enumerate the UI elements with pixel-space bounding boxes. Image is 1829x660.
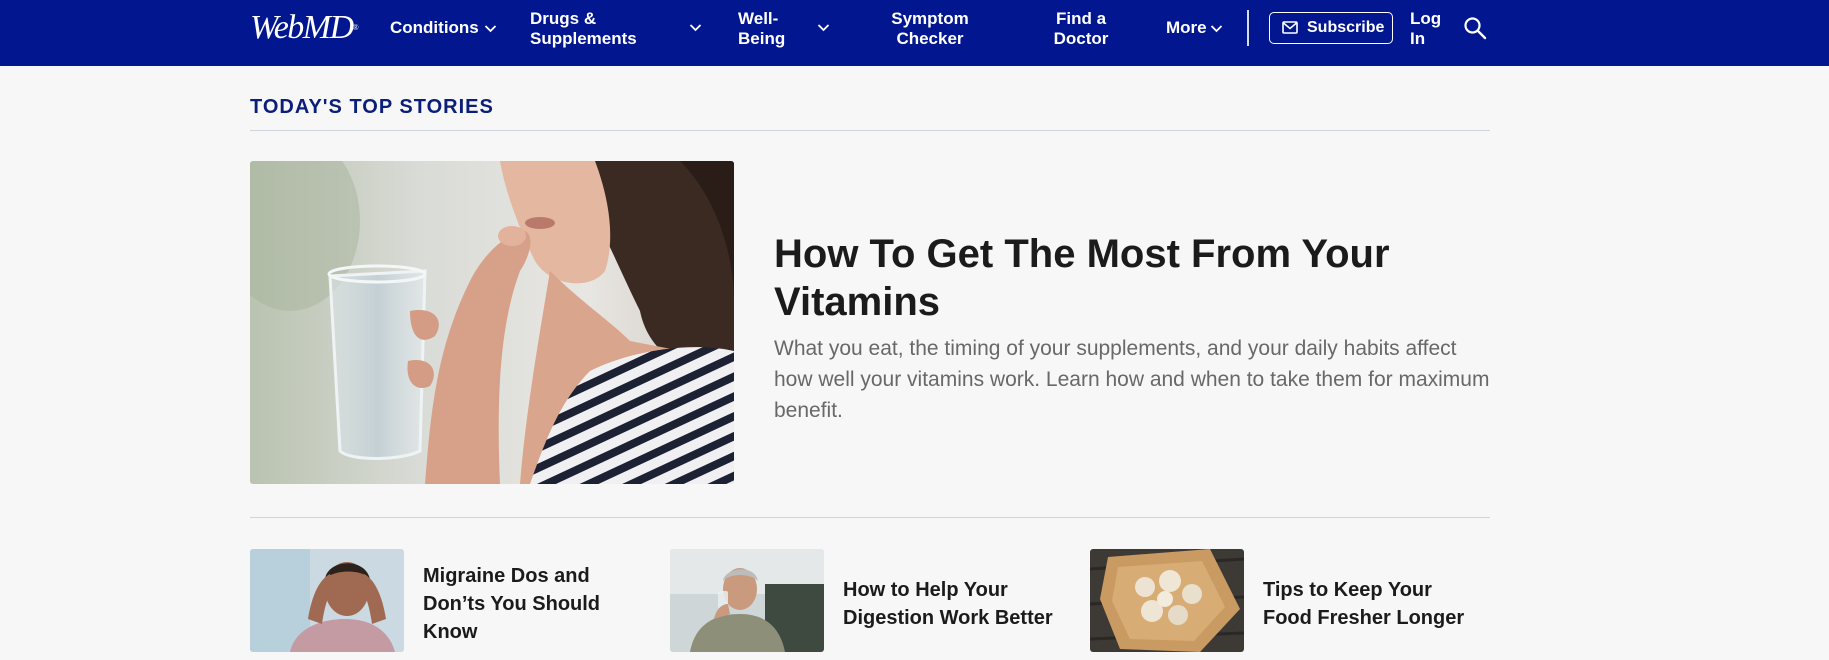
subscribe-button[interactable]: Subscribe bbox=[1269, 12, 1393, 44]
hero-image[interactable] bbox=[250, 161, 734, 484]
nav-find-a-doctor[interactable]: Find a Doctor bbox=[1041, 9, 1121, 49]
nav-symptom-checker[interactable]: Symptom Checker bbox=[880, 9, 980, 49]
nav-doctor-label-line2: Doctor bbox=[1053, 29, 1109, 48]
hero-photo-illustration bbox=[250, 161, 734, 484]
story-image-migraine[interactable] bbox=[250, 549, 404, 652]
logo-text: WebMD bbox=[250, 9, 354, 46]
hero-description: What you eat, the timing of your supplem… bbox=[774, 337, 1490, 422]
story-title-digestion[interactable]: How to Help Your Digestion Work Better bbox=[843, 576, 1053, 632]
section-title: TODAY'S TOP STORIES bbox=[250, 96, 494, 118]
story-title-line: How to Help Your bbox=[843, 579, 1008, 601]
section-divider bbox=[250, 130, 1490, 131]
chevron-down-icon bbox=[817, 24, 830, 32]
nav-divider bbox=[1247, 10, 1249, 46]
nav-wellbeing-label-line2: Being bbox=[738, 29, 786, 48]
hero-title[interactable]: How To Get The Most From Your Vitamins bbox=[774, 230, 1474, 326]
story-title-line: Migraine Dos and bbox=[423, 565, 590, 587]
digestion-photo-illustration bbox=[670, 549, 824, 652]
search-icon bbox=[1464, 17, 1487, 40]
story-title-migraine[interactable]: Migraine Dos and Don’ts You Should Know bbox=[423, 562, 600, 646]
login-label-line1: Log bbox=[1410, 9, 1442, 28]
top-navigation-bar: WebMD® Conditions Drugs & Supplements We… bbox=[0, 0, 1829, 66]
mail-icon bbox=[1282, 21, 1298, 34]
nav-more[interactable]: More bbox=[1166, 18, 1223, 38]
nav-conditions-label: Conditions bbox=[390, 18, 479, 37]
story-image-digestion[interactable] bbox=[670, 549, 824, 652]
story-title-line: Tips to Keep Your bbox=[1263, 579, 1432, 601]
nav-conditions[interactable]: Conditions bbox=[390, 18, 497, 38]
login-label-line2: In bbox=[1410, 29, 1426, 48]
nav-drugs-label-line2: Supplements bbox=[530, 29, 637, 48]
login-link[interactable]: Log In bbox=[1410, 9, 1441, 49]
logo-registered-mark: ® bbox=[352, 23, 359, 32]
story-image-food[interactable] bbox=[1090, 549, 1244, 652]
subscribe-label: Subscribe bbox=[1307, 19, 1385, 36]
story-title-line: Know bbox=[423, 621, 478, 643]
migraine-photo-illustration bbox=[250, 549, 404, 652]
chevron-down-icon bbox=[484, 25, 497, 33]
nav-symptom-label-line1: Symptom bbox=[891, 9, 969, 28]
nav-doctor-label-line1: Find a bbox=[1055, 9, 1107, 28]
story-title-line: Don’ts You Should bbox=[423, 593, 601, 615]
story-title-line: Digestion Work Better bbox=[843, 607, 1053, 629]
story-title-food[interactable]: Tips to Keep Your Food Fresher Longer bbox=[1263, 576, 1464, 632]
search-button[interactable] bbox=[1463, 16, 1487, 40]
nav-drugs-supplements[interactable]: Drugs & Supplements bbox=[530, 9, 702, 49]
chevron-down-icon bbox=[689, 24, 702, 32]
mushrooms-photo-illustration bbox=[1090, 549, 1244, 652]
nav-well-being[interactable]: Well- Being bbox=[738, 9, 830, 49]
nav-more-label: More bbox=[1166, 18, 1207, 37]
story-title-line: Food Fresher Longer bbox=[1263, 607, 1465, 629]
chevron-down-icon bbox=[1210, 25, 1223, 33]
stories-divider bbox=[250, 517, 1490, 518]
nav-symptom-label-line2: Checker bbox=[896, 29, 964, 48]
nav-drugs-label-line1: Drugs & bbox=[530, 9, 597, 28]
webmd-logo[interactable]: WebMD® bbox=[250, 9, 359, 46]
nav-wellbeing-label-line1: Well- bbox=[738, 9, 779, 28]
